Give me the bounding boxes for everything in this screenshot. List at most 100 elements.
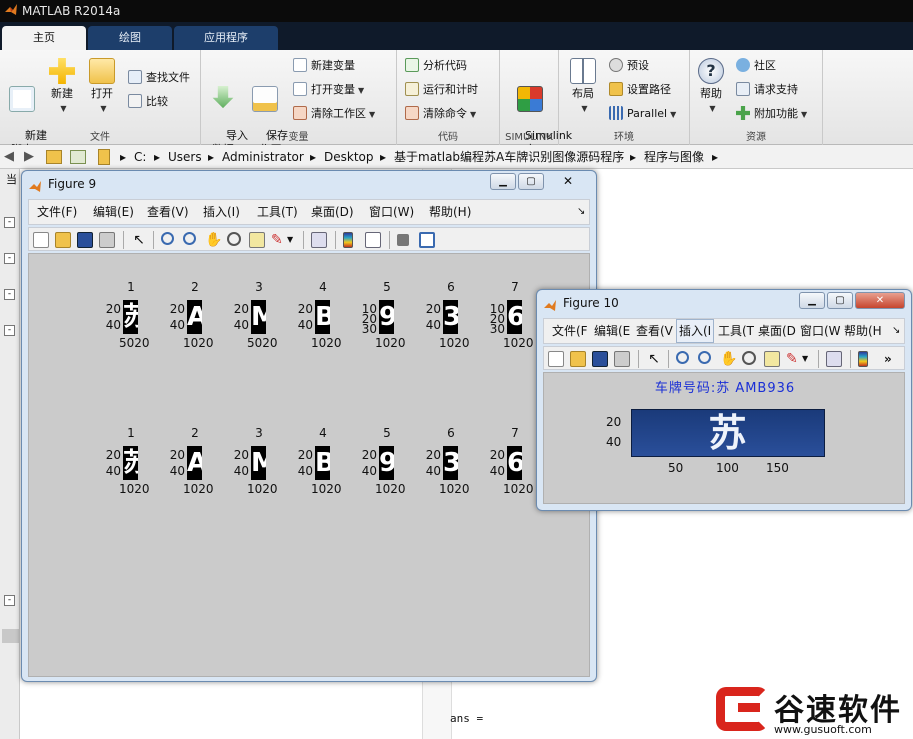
analyze-code-button[interactable]: 分析代码 <box>405 56 467 76</box>
pointer-icon[interactable]: ↖ <box>646 351 662 367</box>
forward-arrow-icon[interactable]: ▶ <box>24 145 34 169</box>
subplot-char-4: 4 B 20 40 1020 <box>291 280 355 360</box>
figure-10-title-bar[interactable]: Figure 10 ▁ ▢ ✕ <box>537 290 911 316</box>
menu-window[interactable]: 窗口(W <box>800 319 841 343</box>
new-button[interactable]: 新建 ▼ <box>44 58 80 116</box>
community-button[interactable]: 社区 <box>736 56 776 76</box>
selected-row[interactable] <box>2 629 19 643</box>
maximize-button[interactable]: ▢ <box>827 292 853 309</box>
hide-plot-tools-icon[interactable] <box>397 234 409 246</box>
data-cursor-icon[interactable] <box>764 351 780 367</box>
brush-icon[interactable]: ✎ <box>271 232 287 248</box>
brush-dropdown-icon[interactable]: ▼ <box>287 232 303 248</box>
maximize-button[interactable]: ▢ <box>518 173 544 190</box>
new-variable-button[interactable]: 新建变量 <box>293 56 355 76</box>
open-file-icon[interactable] <box>55 232 71 248</box>
save-icon[interactable] <box>592 351 608 367</box>
tab-apps[interactable]: 应用程序 <box>174 26 278 50</box>
print-icon[interactable] <box>99 232 115 248</box>
path-segment-administrator[interactable]: Administrator <box>222 145 304 169</box>
zoom-in-icon[interactable] <box>161 232 174 245</box>
colorbar-icon[interactable] <box>858 351 868 367</box>
close-button[interactable]: ✕ <box>546 173 590 190</box>
rotate-3d-icon[interactable] <box>742 351 756 365</box>
browse-folder-icon[interactable] <box>70 150 86 164</box>
expand-toggle[interactable]: - <box>4 595 15 606</box>
save-icon[interactable] <box>77 232 93 248</box>
path-segment-drive[interactable]: C: <box>134 145 146 169</box>
help-button[interactable]: ? 帮助 ▼ <box>696 58 726 116</box>
up-folder-icon[interactable] <box>46 150 62 164</box>
menu-window[interactable]: 窗口(W) <box>369 200 414 224</box>
binary-character-image: 9 <box>379 300 394 334</box>
menu-insert[interactable]: 插入(I) <box>203 200 240 224</box>
path-segment-project[interactable]: 基于matlab编程苏A车牌识别图像源码程序 <box>394 145 624 169</box>
print-icon[interactable] <box>614 351 630 367</box>
run-and-time-button[interactable]: 运行和计时 <box>405 80 478 100</box>
menu-view[interactable]: 查看(V) <box>147 200 189 224</box>
path-segment-users[interactable]: Users <box>168 145 202 169</box>
menu-tools[interactable]: 工具(T <box>718 319 754 343</box>
expand-toggle[interactable]: - <box>4 217 15 228</box>
close-button[interactable]: ✕ <box>855 292 905 309</box>
zoom-in-icon[interactable] <box>676 351 689 364</box>
link-plot-icon[interactable] <box>826 351 842 367</box>
pan-hand-icon[interactable]: ✋ <box>720 351 737 367</box>
compare-button[interactable]: 比较 <box>128 92 168 112</box>
legend-icon[interactable] <box>365 232 381 248</box>
menu-desktop[interactable]: 桌面(D <box>758 319 796 343</box>
request-support-button[interactable]: 请求支持 <box>736 80 798 100</box>
rotate-3d-icon[interactable] <box>227 232 241 246</box>
back-arrow-icon[interactable]: ◀ <box>4 145 14 169</box>
show-plot-tools-icon[interactable] <box>419 232 435 248</box>
menu-edit[interactable]: 编辑(E <box>594 319 630 343</box>
menu-view[interactable]: 查看(V <box>636 319 673 343</box>
tab-plots[interactable]: 绘图 <box>88 26 172 50</box>
open-button[interactable]: 打开 ▼ <box>84 58 120 116</box>
menu-insert[interactable]: 插入(I <box>676 319 715 343</box>
menu-file[interactable]: 文件(F <box>552 319 588 343</box>
preferences-button[interactable]: 预设 <box>609 56 649 76</box>
zoom-out-icon[interactable] <box>183 232 196 245</box>
dock-arrow-icon[interactable]: ↘ <box>892 319 900 343</box>
path-segment-desktop[interactable]: Desktop <box>324 145 374 169</box>
parallel-button[interactable]: Parallel ▼ <box>609 104 676 124</box>
tab-home[interactable]: 主页 <box>2 26 86 50</box>
zoom-out-icon[interactable] <box>698 351 711 364</box>
minimize-button[interactable]: ▁ <box>490 173 516 190</box>
add-ons-button[interactable]: 附加功能 ▼ <box>736 104 807 124</box>
new-figure-icon[interactable] <box>33 232 49 248</box>
new-figure-icon[interactable] <box>548 351 564 367</box>
pan-hand-icon[interactable]: ✋ <box>205 232 222 248</box>
link-plot-icon[interactable] <box>311 232 327 248</box>
open-variable-button[interactable]: 打开变量 ▼ <box>293 80 364 100</box>
menu-edit[interactable]: 编辑(E) <box>93 200 134 224</box>
find-files-button[interactable]: 查找文件 <box>128 68 190 88</box>
menu-help[interactable]: 帮助(H) <box>429 200 471 224</box>
data-cursor-icon[interactable] <box>249 232 265 248</box>
expand-toggle[interactable]: - <box>4 253 15 264</box>
toolbar-overflow-icon[interactable]: » <box>884 351 900 367</box>
dock-arrow-icon[interactable]: ↘ <box>577 200 585 224</box>
figure-10-window[interactable]: Figure 10 ▁ ▢ ✕ 文件(F 编辑(E 查看(V 插入(I 工具(T… <box>536 289 912 511</box>
colorbar-icon[interactable] <box>343 232 353 248</box>
x-tick-label: 1020 <box>311 336 342 350</box>
open-file-icon[interactable] <box>570 351 586 367</box>
menu-help[interactable]: 帮助(H <box>844 319 882 343</box>
figure-9-title-bar[interactable]: Figure 9 ▁ ▢ ✕ <box>22 171 596 197</box>
pointer-icon[interactable]: ↖ <box>131 232 147 248</box>
clear-commands-button[interactable]: 清除命令 ▼ <box>405 104 476 124</box>
menu-file[interactable]: 文件(F) <box>37 200 77 224</box>
set-path-button[interactable]: 设置路径 <box>609 80 671 100</box>
path-segment-folder[interactable]: 程序与图像 <box>644 145 704 169</box>
clear-workspace-button[interactable]: 清除工作区 ▼ <box>293 104 375 124</box>
minimize-button[interactable]: ▁ <box>799 292 825 309</box>
brush-dropdown-icon[interactable]: ▼ <box>802 351 818 367</box>
brush-icon[interactable]: ✎ <box>786 351 802 367</box>
expand-toggle[interactable]: - <box>4 325 15 336</box>
menu-tools[interactable]: 工具(T) <box>257 200 298 224</box>
figure-9-window[interactable]: Figure 9 ▁ ▢ ✕ 文件(F) 编辑(E) 查看(V) 插入(I) 工… <box>21 170 597 682</box>
expand-toggle[interactable]: - <box>4 289 15 300</box>
layout-button[interactable]: 布局 ▼ <box>565 58 601 116</box>
menu-desktop[interactable]: 桌面(D) <box>311 200 354 224</box>
